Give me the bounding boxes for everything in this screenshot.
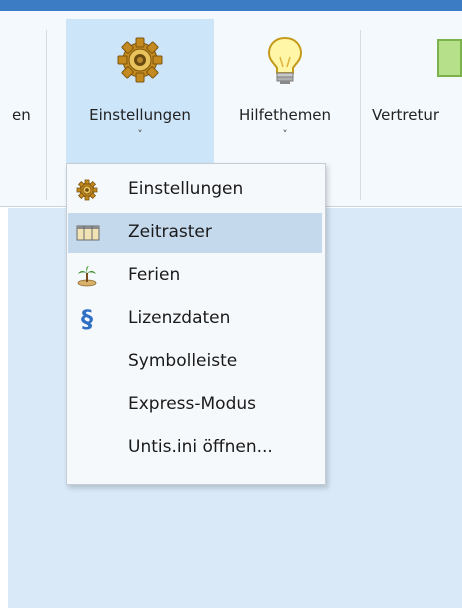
ribbon-partial-label-left[interactable]: en — [12, 106, 31, 124]
menu-item-einstellungen[interactable]: Einstellungen — [68, 170, 322, 210]
ribbon-group-separator — [360, 30, 361, 200]
menu-item-lizenzdaten[interactable]: § Lizenzdaten — [68, 299, 322, 339]
vertretung-icon — [437, 39, 462, 77]
einstellungen-dropdown-menu: Einstellungen Zeitraster Ferien § Lizenz… — [66, 163, 326, 485]
vertretung-ribbon-label[interactable]: Vertretur — [372, 106, 462, 124]
menu-item-label: Symbolleiste — [128, 351, 238, 371]
menu-item-zeitraster[interactable]: Zeitraster — [68, 213, 322, 253]
einstellungen-ribbon-button[interactable]: Einstellungen ˅ — [66, 19, 214, 175]
hilfethemen-ribbon-label: Hilfethemen — [238, 106, 332, 124]
menu-item-express-modus[interactable]: Express-Modus — [68, 385, 322, 425]
ribbon-group-separator — [46, 30, 47, 200]
einstellungen-ribbon-label: Einstellungen — [89, 106, 191, 124]
menu-item-label: Einstellungen — [128, 179, 244, 199]
chevron-down-icon: ˅ — [282, 128, 288, 141]
timetable-grid-icon — [76, 222, 100, 244]
window-left-edge — [0, 208, 8, 608]
lightbulb-icon — [265, 35, 305, 91]
menu-item-label: Zeitraster — [128, 222, 212, 242]
menu-item-symbolleiste[interactable]: Symbolleiste — [68, 342, 322, 382]
menu-item-label: Untis.ini öffnen... — [128, 437, 273, 457]
hilfethemen-ribbon-button[interactable]: Hilfethemen ˅ — [214, 19, 356, 175]
palm-island-icon — [76, 265, 98, 287]
window-title-bar — [0, 0, 462, 11]
menu-item-label: Express-Modus — [128, 394, 257, 414]
gear-icon — [76, 179, 98, 201]
gear-icon — [115, 35, 165, 89]
menu-item-ferien[interactable]: Ferien — [68, 256, 322, 296]
license-paragraph-icon: § — [81, 305, 93, 333]
chevron-down-icon: ˅ — [137, 128, 143, 141]
menu-item-label: Ferien — [128, 265, 181, 285]
menu-item-label: Lizenzdaten — [128, 308, 231, 328]
menu-item-untis-ini-oeffnen[interactable]: Untis.ini öffnen... — [68, 428, 322, 468]
